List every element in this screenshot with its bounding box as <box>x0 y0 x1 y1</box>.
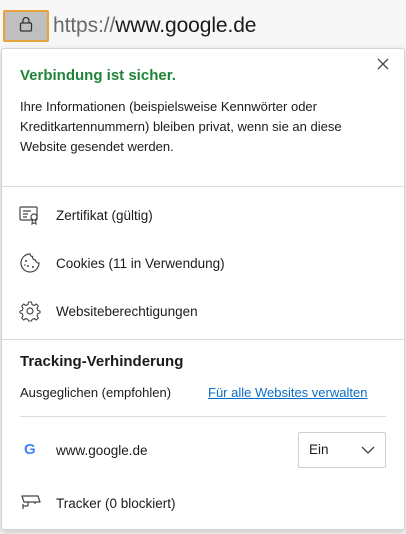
gear-icon <box>18 299 42 323</box>
tracking-mode: Ausgeglichen (empfohlen) <box>20 385 172 400</box>
chevron-down-icon <box>361 443 375 462</box>
certificate-item[interactable]: Zertifikat (gültig) <box>2 195 404 235</box>
lock-icon <box>19 16 33 37</box>
url-scheme: https:// <box>53 14 116 37</box>
connection-status-description: Ihre Informationen (beispielsweise Kennw… <box>20 99 342 154</box>
select-value: Ein <box>309 442 329 457</box>
tracking-toggle-select[interactable]: Ein <box>298 432 386 468</box>
trackers-item[interactable]: Tracker (0 blockiert) <box>2 485 404 523</box>
address-bar: https://www.google.de <box>0 0 406 52</box>
cookies-label: Cookies (11 in Verwendung) <box>56 255 225 271</box>
connection-status-title: Verbindung ist sicher. <box>20 67 176 84</box>
close-icon <box>377 57 389 75</box>
google-logo-icon: G <box>24 441 36 458</box>
divider <box>2 186 404 187</box>
site-permissions-item[interactable]: Websiteberechtigungen <box>2 291 404 331</box>
site-info-flyout: Verbindung ist sicher. Ihre Informatione… <box>1 48 405 530</box>
cookie-icon <box>18 251 42 275</box>
cookies-item[interactable]: Cookies (11 in Verwendung) <box>2 243 404 283</box>
close-button[interactable] <box>372 55 394 77</box>
url-host: www.google.de <box>115 14 257 37</box>
manage-all-sites-link[interactable]: Für alle Websites verwalten <box>208 385 367 400</box>
trackers-label: Tracker (0 blockiert) <box>56 496 176 511</box>
tracking-prevention-title: Tracking-Verhinderung <box>20 353 184 370</box>
camera-icon <box>20 493 42 518</box>
certificate-label: Zertifikat (gültig) <box>56 207 153 223</box>
divider <box>2 339 404 340</box>
site-name: www.google.de <box>56 443 148 458</box>
site-permissions-label: Websiteberechtigungen <box>56 303 198 319</box>
divider <box>20 416 386 417</box>
site-info-button[interactable] <box>3 10 49 42</box>
certificate-icon <box>18 203 42 227</box>
url-text[interactable]: https://www.google.de <box>53 14 256 38</box>
